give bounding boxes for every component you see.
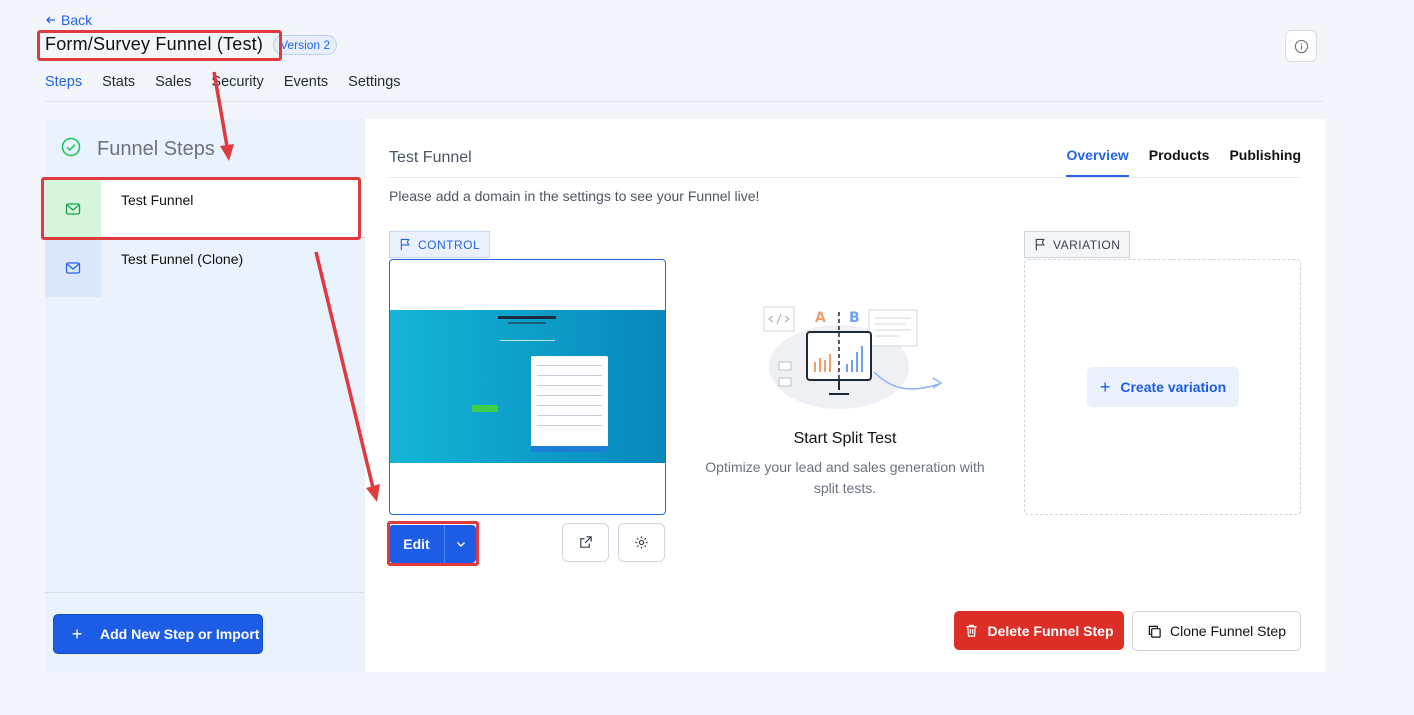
preview-heading: [498, 316, 556, 319]
sidebar-step-test-funnel-clone[interactable]: Test Funnel (Clone): [45, 238, 365, 297]
sidebar-step-test-funnel[interactable]: Test Funnel: [45, 179, 365, 246]
info-button[interactable]: [1285, 30, 1317, 62]
control-tag: CONTROL: [389, 231, 491, 258]
clone-funnel-step-button[interactable]: Clone Funnel Step: [1132, 611, 1301, 651]
gear-icon: [635, 536, 648, 549]
copy-icon: [1148, 625, 1161, 638]
control-page-preview[interactable]: [389, 259, 666, 515]
split-test-description: Optimize your lead and sales generation …: [705, 459, 985, 496]
trash-icon: [966, 624, 978, 637]
plus-icon: +: [1099, 376, 1111, 397]
title-row: Form/Survey Funnel (Test) Version 2: [45, 34, 338, 55]
arrow-left-icon: [46, 16, 55, 24]
mail-icon: [65, 202, 81, 215]
step-tabs: Overview Products Publishing: [1066, 147, 1301, 177]
plus-icon: +: [71, 623, 83, 644]
split-test-illustration: A B: [763, 306, 943, 409]
chevron-down-icon: [456, 542, 465, 547]
tab-publishing[interactable]: Publishing: [1229, 147, 1301, 177]
split-test-title: Start Split Test: [793, 430, 897, 447]
tab-products[interactable]: Products: [1149, 147, 1210, 177]
top-tabs: Steps Stats Sales Security Events Settin…: [45, 70, 1323, 102]
edit-button[interactable]: Edit: [389, 525, 444, 563]
page-title: Form/Survey Funnel (Test): [45, 34, 264, 54]
back-link[interactable]: Back: [45, 12, 92, 28]
delete-label: Delete Funnel Step: [987, 622, 1114, 639]
create-variation-button[interactable]: + Create variation: [1087, 367, 1239, 407]
tab-settings[interactable]: Settings: [348, 70, 400, 102]
funnel-steps-header: Funnel Steps: [61, 137, 215, 162]
step-settings-button[interactable]: [618, 523, 665, 562]
preview-form: [531, 356, 608, 452]
clone-label: Clone Funnel Step: [1170, 623, 1286, 639]
sidebar-divider: [45, 592, 365, 593]
control-label: CONTROL: [418, 237, 481, 252]
open-external-button[interactable]: [562, 523, 609, 562]
mail-icon: [65, 261, 81, 274]
flag-icon: [400, 238, 410, 251]
svg-text:A: A: [815, 310, 826, 326]
add-new-step-label: Add New Step or Import: [100, 626, 260, 642]
preview-subheading: [508, 322, 546, 324]
tab-overview[interactable]: Overview: [1066, 147, 1129, 177]
back-label: Back: [61, 12, 93, 28]
tab-steps[interactable]: Steps: [45, 70, 82, 102]
flag-icon: [1035, 238, 1045, 251]
step-icon-box: [45, 238, 101, 297]
external-link-icon: [580, 536, 592, 548]
funnel-steps-title: Funnel Steps: [97, 138, 215, 160]
sidebar: Funnel Steps Test Funnel Test Funnel (Cl…: [45, 119, 365, 672]
preview-text: [500, 340, 555, 341]
variation-label: VARIATION: [1053, 237, 1121, 252]
tabs-divider: [389, 177, 1301, 178]
info-icon: [1294, 39, 1308, 53]
delete-funnel-step-button[interactable]: Delete Funnel Step: [954, 611, 1124, 650]
tab-security[interactable]: Security: [211, 70, 263, 102]
preview-cta: [472, 405, 498, 412]
tab-events[interactable]: Events: [284, 70, 328, 102]
edit-dropdown-button[interactable]: [444, 525, 476, 563]
variation-placeholder: + Create variation: [1024, 259, 1301, 515]
domain-notice: Please add a domain in the settings to s…: [389, 188, 760, 204]
step-title: Test Funnel: [389, 149, 472, 166]
add-new-step-button[interactable]: + Add New Step or Import: [53, 614, 263, 654]
step-label: Test Funnel (Clone): [121, 251, 244, 267]
create-variation-label: Create variation: [1120, 379, 1227, 395]
step-label: Test Funnel: [121, 192, 194, 208]
variation-tag: VARIATION: [1024, 231, 1131, 258]
preview-hero: [390, 310, 665, 463]
tab-sales[interactable]: Sales: [155, 70, 191, 102]
step-icon-box: [45, 179, 101, 246]
tab-stats[interactable]: Stats: [102, 70, 135, 102]
main-panel: Test Funnel Overview Products Publishing…: [365, 119, 1325, 672]
edit-button-group: Edit: [389, 525, 476, 563]
svg-text:B: B: [849, 310, 860, 326]
check-circle-icon: [61, 137, 81, 162]
version-badge: Version 2: [273, 34, 338, 55]
